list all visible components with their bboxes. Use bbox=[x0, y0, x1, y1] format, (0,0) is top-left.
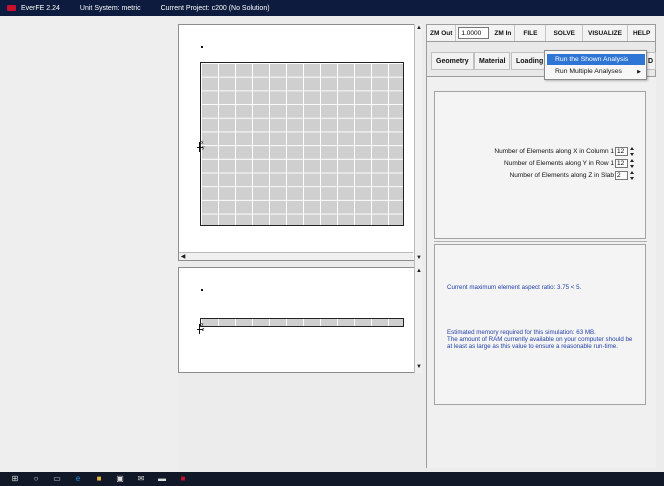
plan-h-scrollbar[interactable]: ◀ bbox=[179, 252, 413, 260]
zoom-out-button[interactable]: ZM Out bbox=[427, 25, 457, 41]
visualize-menu-button[interactable]: VISUALIZE bbox=[583, 25, 628, 41]
elements-y-label: Number of Elements along Y in Row 1 bbox=[504, 160, 614, 167]
store-icon[interactable]: ▣ bbox=[113, 474, 127, 484]
file-explorer-icon[interactable]: ■ bbox=[92, 474, 106, 484]
mail-icon[interactable]: ✉ bbox=[134, 474, 148, 484]
memory-text-line1: Estimated memory required for this simul… bbox=[447, 329, 596, 336]
app-logo-icon bbox=[6, 3, 18, 13]
meshing-panel: Number of Elements along X in Column 1 N… bbox=[426, 77, 656, 468]
elements-z-spinner-icon[interactable] bbox=[629, 171, 635, 180]
tab-geometry[interactable]: Geometry bbox=[431, 52, 474, 70]
panel-divider[interactable] bbox=[434, 241, 647, 242]
scroll-up-icon[interactable]: ▲ bbox=[415, 267, 423, 275]
zoom-in-button[interactable]: ZM In bbox=[491, 25, 516, 41]
left-blank-area bbox=[0, 16, 178, 472]
elevation-axis-indicator: x z bbox=[197, 323, 207, 336]
scroll-down-icon[interactable]: ▼ bbox=[415, 254, 423, 262]
origin-dot bbox=[201, 46, 203, 48]
elements-y-input[interactable] bbox=[615, 159, 628, 168]
plan-axis-indicator: x y bbox=[197, 141, 207, 154]
title-bar: EverFE 2.24 Unit System: metric Current … bbox=[0, 0, 664, 16]
scroll-down-icon[interactable]: ▼ bbox=[415, 363, 423, 371]
everfe-taskbar-icon[interactable]: ■ bbox=[176, 474, 190, 484]
search-icon[interactable]: ○ bbox=[29, 474, 43, 484]
elevation-slab[interactable] bbox=[200, 318, 404, 327]
edge-icon[interactable]: e bbox=[71, 474, 85, 484]
elements-z-input[interactable] bbox=[615, 171, 628, 180]
elements-y-spinner-icon[interactable] bbox=[629, 159, 635, 168]
mesh-info-frame: Current maximum element aspect ratio: 3.… bbox=[434, 244, 646, 405]
start-icon[interactable]: ⊞ bbox=[8, 474, 22, 484]
plan-viewport[interactable]: x y ◀ bbox=[178, 24, 421, 261]
elements-z-label: Number of Elements along Z in Slab bbox=[509, 172, 614, 179]
aspect-ratio-text: Current maximum element aspect ratio: 3.… bbox=[447, 284, 582, 291]
elevation-dot bbox=[201, 289, 203, 291]
elements-x-label: Number of Elements along X in Column 1 bbox=[494, 148, 614, 155]
taskbar: ⊞ ○ ▭ e ■ ▣ ✉ ▬ ■ bbox=[0, 472, 664, 486]
terminal-icon[interactable]: ▬ bbox=[155, 474, 169, 484]
elements-y-row: Number of Elements along Y in Row 1 bbox=[504, 159, 635, 168]
plan-v-scrollbar[interactable]: ▲ ▼ bbox=[414, 24, 422, 269]
scroll-left-icon[interactable]: ◀ bbox=[179, 253, 187, 261]
task-view-icon[interactable]: ▭ bbox=[50, 474, 64, 484]
elements-x-input[interactable] bbox=[615, 147, 628, 156]
memory-text-line2: The amount of RAM currently available on… bbox=[447, 336, 633, 343]
menu-item-run-shown-analysis[interactable]: Run the Shown Analysis bbox=[547, 54, 645, 65]
file-menu-button[interactable]: FILE bbox=[515, 25, 547, 41]
plan-mesh[interactable] bbox=[200, 62, 404, 226]
mesh-settings-frame: Number of Elements along X in Column 1 N… bbox=[434, 91, 646, 239]
tab-material[interactable]: Material bbox=[474, 52, 511, 70]
zoom-value-input[interactable] bbox=[458, 27, 490, 39]
menu-item-run-multiple-analyses[interactable]: Run Multiple Analyses ▶ bbox=[547, 66, 645, 77]
tab-loading[interactable]: Loading bbox=[511, 52, 549, 70]
scroll-up-icon[interactable]: ▲ bbox=[415, 24, 423, 32]
solve-dropdown-menu: Run the Shown Analysis Run Multiple Anal… bbox=[544, 50, 647, 80]
elements-x-spinner-icon[interactable] bbox=[629, 147, 635, 156]
submenu-arrow-icon: ▶ bbox=[637, 68, 641, 75]
app-title: EverFE 2.24 bbox=[21, 4, 60, 12]
elements-x-row: Number of Elements along X in Column 1 bbox=[494, 147, 635, 156]
elevation-v-scrollbar[interactable]: ▲ ▼ bbox=[414, 267, 422, 373]
elevation-viewport[interactable]: x z bbox=[178, 267, 421, 373]
current-project-label: Current Project: c200 (No Solution) bbox=[160, 4, 270, 12]
elements-z-row: Number of Elements along Z in Slab bbox=[510, 171, 635, 180]
main-toolbar: ZM Out ZM In FILE SOLVE VISUALIZE HELP bbox=[426, 24, 656, 42]
solve-menu-button[interactable]: SOLVE bbox=[546, 25, 584, 41]
memory-text-line3: at least as large as this value to ensur… bbox=[447, 343, 618, 350]
unit-system-label: Unit System: metric bbox=[79, 4, 141, 12]
help-menu-button[interactable]: HELP bbox=[628, 25, 655, 41]
